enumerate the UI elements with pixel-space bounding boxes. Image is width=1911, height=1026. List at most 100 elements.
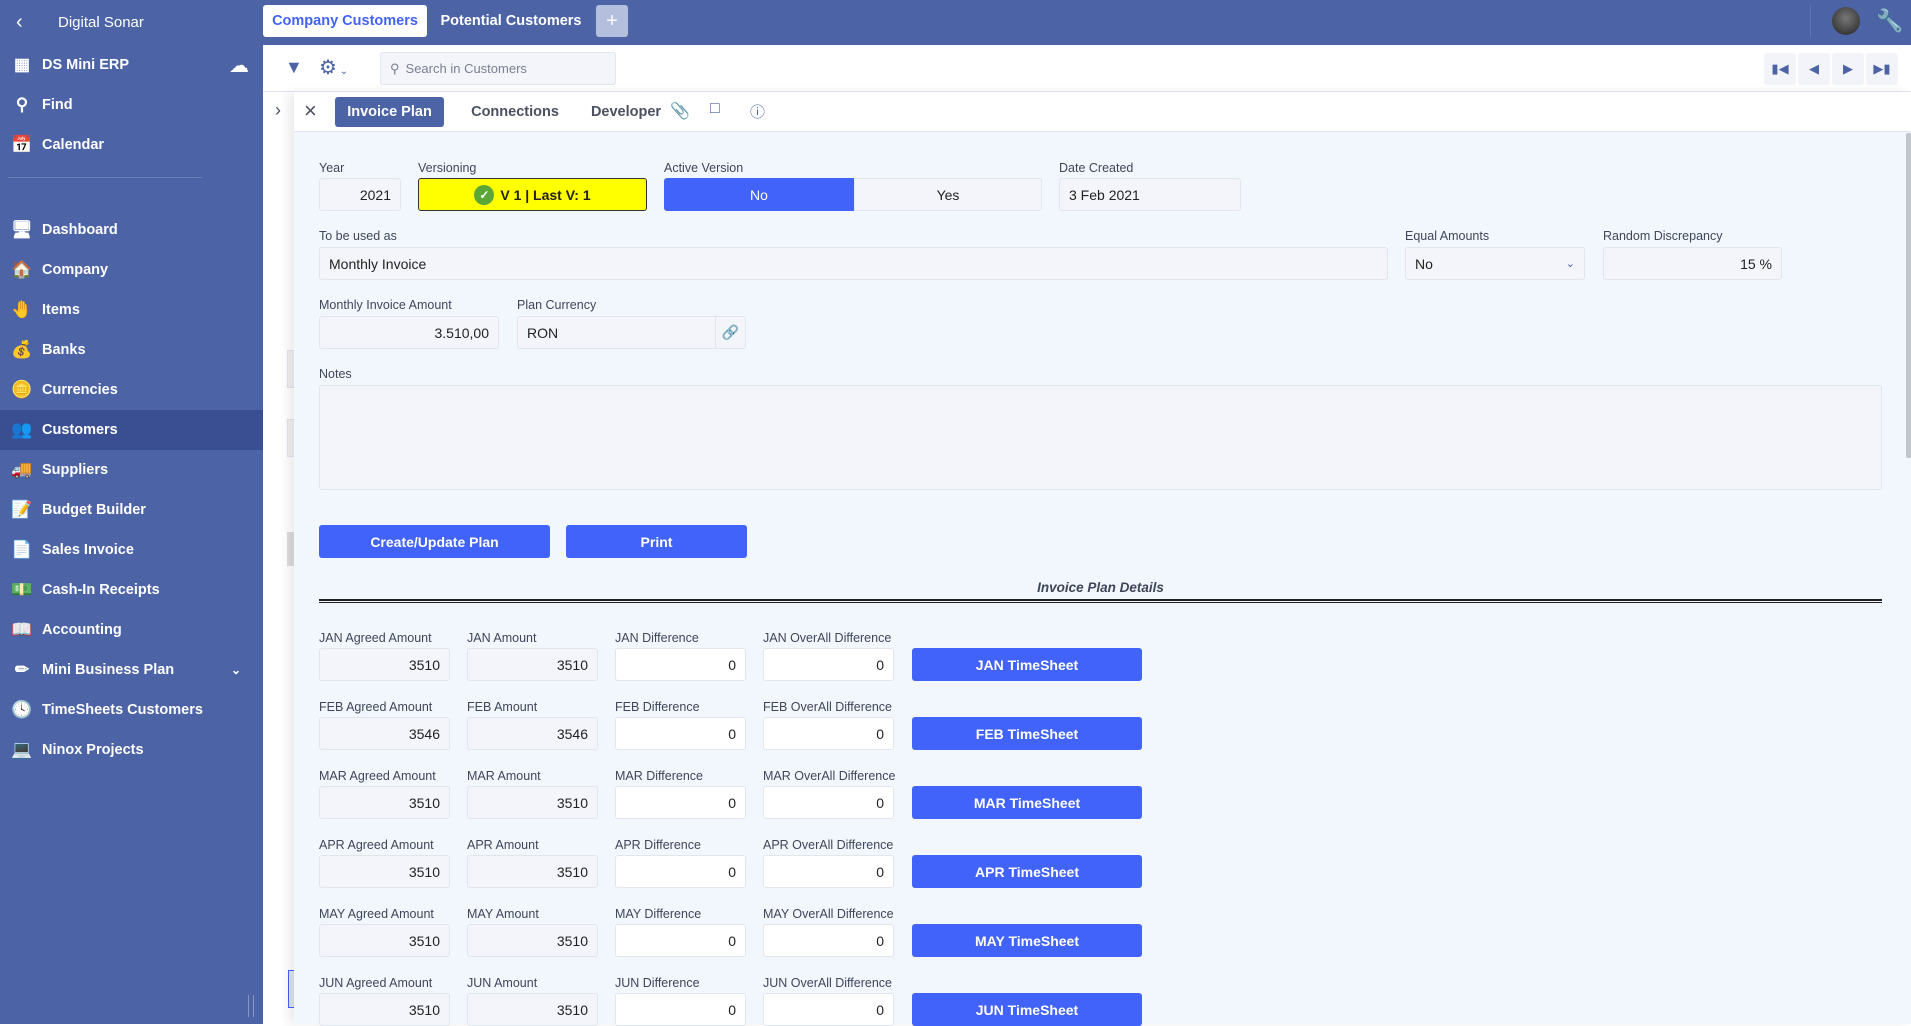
filter-icon[interactable]: ▼ [285, 57, 303, 78]
wrench-icon[interactable]: 🔧 [1876, 8, 1903, 34]
sidebar-item-dashboard[interactable]: 🖥 Dashboard [0, 210, 263, 250]
sidebar-item-sales-invoice[interactable]: 📄 Sales Invoice [0, 530, 263, 570]
amount-field[interactable]: 3546 [467, 717, 598, 750]
paperclip-icon[interactable]: 📎 [670, 101, 690, 121]
sidebar-item-company[interactable]: 🏠 Company [0, 250, 263, 290]
overall-field[interactable]: 0 [763, 924, 894, 957]
diff-label: FEB Difference [615, 700, 700, 714]
print-button[interactable]: Print [566, 525, 747, 558]
amount-field[interactable]: 3510 [467, 855, 598, 888]
sidebar-item-banks[interactable]: 💰 Banks [0, 330, 263, 370]
back-chevron-icon[interactable]: ‹ [16, 11, 42, 34]
sidebar-item-accounting[interactable]: 📖 Accounting [0, 610, 263, 650]
diff-field[interactable]: 0 [615, 855, 746, 888]
date-created-field[interactable]: 3 Feb 2021 [1059, 178, 1241, 211]
agreed-label: MAY Agreed Amount [319, 907, 434, 921]
date-created-label: Date Created [1059, 161, 1134, 175]
comment-icon[interactable]: □ [710, 100, 720, 118]
first-record-button[interactable]: ▮◀ [1764, 53, 1796, 85]
last-record-button[interactable]: ▶▮ [1866, 53, 1898, 85]
close-icon[interactable]: × [304, 98, 317, 124]
sidebar-item-customers[interactable]: 👥 Customers [0, 410, 263, 450]
timesheet-button[interactable]: MAR TimeSheet [912, 786, 1142, 819]
sidebar-item-suppliers[interactable]: 🚚 Suppliers [0, 450, 263, 490]
details-divider [319, 599, 1882, 603]
random-discrepancy-field[interactable]: 15 % [1603, 247, 1782, 280]
diff-field[interactable]: 0 [615, 924, 746, 957]
tab-company-customers[interactable]: Company Customers [263, 5, 427, 37]
amount-field[interactable]: 3510 [467, 648, 598, 681]
agreed-field[interactable]: 3510 [319, 993, 450, 1026]
overall-field[interactable]: 0 [763, 648, 894, 681]
sidebar-item-items[interactable]: 🤚 Items [0, 290, 263, 330]
sidebar-item-budget-builder[interactable]: 📝 Budget Builder [0, 490, 263, 530]
monthly-amount-field[interactable]: 3.510,00 [319, 316, 499, 349]
overall-field[interactable]: 0 [763, 786, 894, 819]
tab-connections[interactable]: Connections [454, 97, 576, 127]
agreed-field[interactable]: 3510 [319, 786, 450, 819]
amount-field[interactable]: 3510 [467, 786, 598, 819]
agreed-field[interactable]: 3546 [319, 717, 450, 750]
versioning-field[interactable]: ✓ V 1 | Last V: 1 [418, 178, 647, 211]
scrollbar[interactable] [1906, 133, 1911, 458]
tab-invoice-plan[interactable]: Invoice Plan [335, 97, 444, 127]
used-as-field[interactable]: Monthly Invoice [319, 247, 1388, 280]
timesheet-button[interactable]: FEB TimeSheet [912, 717, 1142, 750]
diff-field[interactable]: 0 [615, 648, 746, 681]
sidebar-item-cash-in-receipts[interactable]: 💵 Cash-In Receipts [0, 570, 263, 610]
amount-field[interactable]: 3510 [467, 993, 598, 1026]
cloud-icon[interactable]: ☁ [229, 53, 249, 78]
sidebar-item-label: Items [42, 302, 80, 318]
create-update-plan-button[interactable]: Create/Update Plan [319, 525, 550, 558]
info-icon[interactable]: ⓘ [750, 101, 765, 122]
diff-field[interactable]: 0 [615, 786, 746, 819]
active-version-no[interactable]: No [664, 178, 854, 211]
sidebar-database[interactable]: ▦ DS Mini ERP ☁ [0, 45, 263, 85]
sidebar-item-timesheets-customers[interactable]: 🕓 TimeSheets Customers [0, 690, 263, 730]
chevron-down-icon[interactable]: ⌄ [337, 66, 348, 77]
agreed-field[interactable]: 3510 [319, 648, 450, 681]
search-input[interactable]: ⚲ Search in Customers [380, 52, 616, 85]
overall-field[interactable]: 0 [763, 855, 894, 888]
gear-icon[interactable]: ⚙ ⌄ [319, 55, 348, 80]
agreed-field[interactable]: 3510 [319, 855, 450, 888]
active-version-yes[interactable]: Yes [854, 178, 1042, 211]
sidebar-item-label: Sales Invoice [42, 542, 134, 558]
monitor-icon: 🖥 [11, 220, 33, 239]
diff-field[interactable]: 0 [615, 993, 746, 1026]
sidebar-item-find[interactable]: ⚲ Find [0, 85, 263, 125]
timesheet-button[interactable]: MAY TimeSheet [912, 924, 1142, 957]
timesheet-button[interactable]: JUN TimeSheet [912, 993, 1142, 1026]
computer-icon: 💻 [11, 740, 33, 759]
sidebar-item-calendar[interactable]: 📅 Calendar [0, 125, 263, 165]
diff-label: JAN Difference [615, 631, 699, 645]
timesheet-button[interactable]: JAN TimeSheet [912, 648, 1142, 681]
sidebar-item-mini-business-plan[interactable]: ✏ Mini Business Plan ⌄ [0, 650, 263, 690]
tab-developer[interactable]: Developer [566, 97, 686, 127]
next-record-button[interactable]: ▶ [1832, 53, 1864, 85]
agreed-field[interactable]: 3510 [319, 924, 450, 957]
plan-currency-field[interactable]: RON [517, 316, 716, 349]
timesheet-button[interactable]: APR TimeSheet [912, 855, 1142, 888]
amount-label: MAR Amount [467, 769, 541, 783]
previous-record-button[interactable]: ◀ [1798, 53, 1830, 85]
resize-handle[interactable] [248, 995, 254, 1017]
overall-field[interactable]: 0 [763, 993, 894, 1026]
user-avatar[interactable] [1832, 7, 1860, 35]
notes-field[interactable] [319, 385, 1882, 490]
equal-amounts-select[interactable]: No ⌄ [1405, 247, 1585, 280]
link-icon[interactable]: 🔗 [715, 316, 746, 349]
sidebar-item-currencies[interactable]: 🪙 Currencies [0, 370, 263, 410]
overall-field[interactable]: 0 [763, 717, 894, 750]
sidebar-item-ninox-projects[interactable]: 💻 Ninox Projects [0, 730, 263, 770]
expand-chevron-icon[interactable]: › [275, 100, 281, 121]
amount-field[interactable]: 3510 [467, 924, 598, 957]
chevron-down-icon[interactable]: ⌄ [231, 663, 241, 677]
add-tab-button[interactable]: + [596, 5, 628, 37]
diff-field[interactable]: 0 [615, 717, 746, 750]
year-field[interactable]: 2021 [319, 178, 401, 211]
sidebar-item-label: Accounting [42, 622, 122, 638]
tab-potential-customers[interactable]: Potential Customers [434, 5, 588, 37]
workspace-header[interactable]: ‹ Digital Sonar [0, 0, 263, 45]
chevron-down-icon: ⌄ [1565, 258, 1575, 270]
